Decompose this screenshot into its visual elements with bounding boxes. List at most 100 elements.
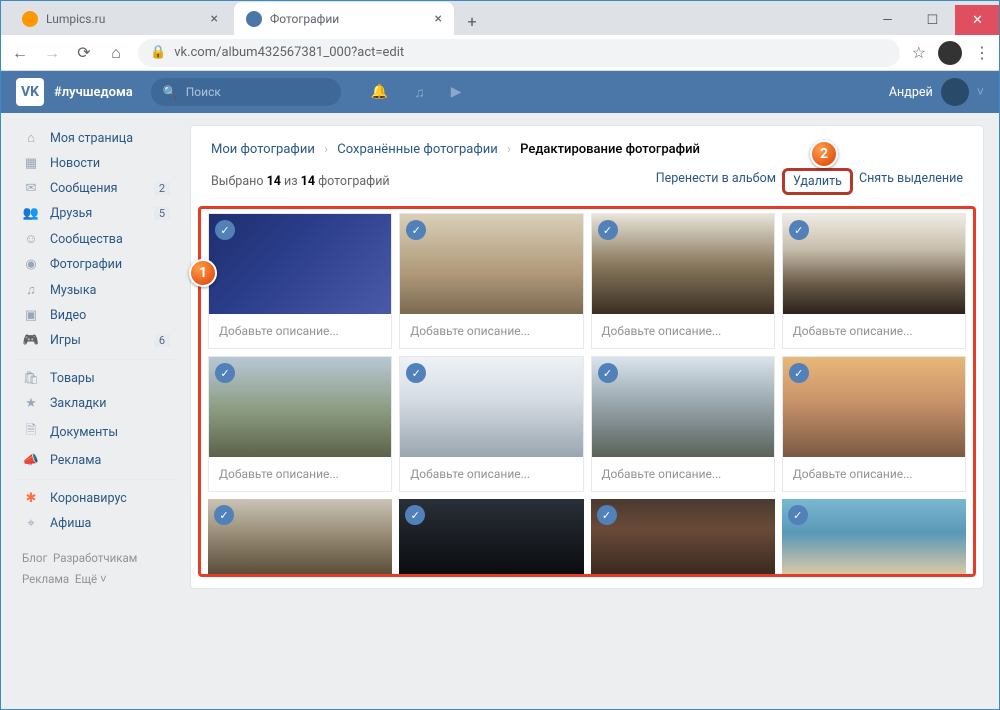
photo-item[interactable]: ✓ Добавьте описание... [782,356,966,492]
user-menu[interactable]: Андрей ˅ [889,78,984,106]
photo-item[interactable]: ✓ [782,499,966,574]
vk-logo[interactable]: VK [16,78,44,106]
sidebar-item-Документы[interactable]: 🗎Документы [16,416,176,448]
sidebar-item-Реклама[interactable]: 📣Реклама [16,448,176,473]
sidebar-item-label: Моя страница [50,131,133,146]
notifications-icon[interactable]: 🔔 [371,84,388,101]
photo-item[interactable]: ✓ Добавьте описание... [208,356,392,492]
sidebar-icon: ♫ [22,282,40,298]
crumb-saved-photos[interactable]: Сохранённые фотографии [337,142,498,157]
sidebar-item-label: Коронавирус [50,491,127,506]
sidebar-item-Друзья[interactable]: 👥Друзья5 [16,201,176,226]
check-icon[interactable]: ✓ [215,363,235,383]
new-tab-button[interactable]: + [458,7,486,35]
browser-tab-lumpics[interactable]: Lumpics.ru × [10,2,230,35]
photo-description-input[interactable]: Добавьте описание... [592,457,774,491]
sidebar-item-Афиша[interactable]: ⌖Афиша [16,511,176,536]
check-icon[interactable]: ✓ [406,363,426,383]
photo-description-input[interactable]: Добавьте описание... [400,457,582,491]
photo-item[interactable]: ✓ Добавьте описание... [208,213,392,349]
sidebar-item-Моя страница[interactable]: ⌂Моя страница [16,125,176,151]
sidebar-item-Коронавирус[interactable]: ✱Коронавирус [16,486,176,511]
sidebar-item-Товары[interactable]: 🛍Товары [16,366,176,391]
back-button[interactable]: ← [10,43,30,63]
video-icon[interactable]: ▶ [451,84,462,101]
address-bar[interactable]: 🔒 vk.com/album432567381_000?act=edit [138,39,900,67]
hashtag[interactable]: #лучшедома [54,85,133,100]
sidebar-item-Музыка[interactable]: ♫ Музыка [16,277,176,303]
content-panel: Мои фотографии › Сохранённые фотографии … [190,125,984,589]
search-icon: 🔍 [163,85,178,99]
sidebar-item-Сообщества[interactable]: ☺ Сообщества [16,226,176,252]
photo-description-input[interactable]: Добавьте описание... [783,314,965,348]
sidebar-item-Фотографии[interactable]: ◉Фотографии [16,252,176,277]
sidebar-icon: 🎮 [22,333,40,348]
home-button[interactable]: ⌂ [106,43,126,63]
window-minimize-button[interactable]: — [865,5,910,35]
check-icon[interactable]: ✓ [789,363,809,383]
sidebar-item-label: Видео [50,308,86,323]
clear-selection-button[interactable]: Снять выделение [859,171,963,192]
check-icon[interactable]: ✓ [788,505,808,525]
window-maximize-button[interactable]: ☐ [910,5,955,35]
sidebar-item-Сообщения[interactable]: ✉Сообщения2 [16,176,176,201]
photo-item[interactable]: ✓ Добавьте описание... [591,213,775,349]
crumb-my-photos[interactable]: Мои фотографии [211,142,315,157]
photo-item[interactable]: ✓ Добавьте описание... [591,356,775,492]
delete-button[interactable]: Удалить [782,168,853,195]
footer-blog[interactable]: Блог [22,551,47,565]
photo-item[interactable]: ✓ [399,499,583,574]
photo-item[interactable]: ✓ [208,499,392,574]
check-icon[interactable]: ✓ [214,505,234,525]
reload-button[interactable]: ⟳ [74,43,94,62]
check-icon[interactable]: ✓ [598,220,618,240]
photo-description-input[interactable]: Добавьте описание... [209,314,391,348]
bookmark-button[interactable]: ☆ [912,43,926,62]
sidebar-icon: ▣ [22,308,40,323]
sidebar-item-Закладки[interactable]: ★Закладки [16,391,176,416]
photo-item[interactable]: ✓ [591,499,775,574]
close-tab-icon[interactable]: × [211,11,218,27]
browser-tab-photos[interactable]: Фотографии × [234,2,454,35]
footer-ads[interactable]: Реклама [22,572,69,586]
sidebar-item-label: Новости [50,156,100,171]
sidebar-icon: ☺ [22,231,40,247]
sidebar-item-Игры[interactable]: 🎮Игры6 [16,328,176,353]
sidebar-item-label: Музыка [50,283,96,298]
sidebar-icon: ★ [22,396,40,411]
sidebar-item-label: Документы [50,425,118,440]
sidebar-item-Новости[interactable]: ▦Новости [16,151,176,176]
search-input[interactable]: 🔍 Поиск [151,78,341,106]
sidebar-badge: 6 [154,334,170,347]
move-to-album-button[interactable]: Перенести в альбом [656,171,776,192]
user-avatar [941,78,969,106]
window-close-button[interactable]: ✕ [955,5,1000,35]
photo-item[interactable]: ✓ Добавьте описание... [399,356,583,492]
sidebar-footer: Блог Разработчикам Реклама Ещё ˅ [16,548,176,589]
check-icon[interactable]: ✓ [789,220,809,240]
close-tab-icon[interactable]: × [435,11,442,27]
browser-menu-button[interactable]: ⋮ [974,43,990,62]
photo-item[interactable]: ✓ Добавьте описание... [782,213,966,349]
sidebar-icon: 👥 [22,206,40,221]
check-icon[interactable]: ✓ [598,363,618,383]
photo-description-input[interactable]: Добавьте описание... [592,314,774,348]
photo-description-input[interactable]: Добавьте описание... [783,457,965,491]
tab-title: Фотографии [270,12,339,26]
photo-description-input[interactable]: Добавьте описание... [400,314,582,348]
profile-avatar[interactable] [938,41,962,65]
check-icon[interactable]: ✓ [405,505,425,525]
music-icon[interactable]: ♫ [414,84,425,101]
check-icon[interactable]: ✓ [406,220,426,240]
footer-more[interactable]: Ещё ˅ [75,572,107,586]
crumb-current: Редактирование фотографий [520,142,700,157]
check-icon[interactable]: ✓ [597,505,617,525]
chevron-down-icon: ˅ [977,85,984,100]
footer-dev[interactable]: Разработчикам [53,551,137,565]
photo-description-input[interactable]: Добавьте описание... [209,457,391,491]
sidebar-item-label: Сообщества [50,232,123,247]
photo-item[interactable]: ✓ Добавьте описание... [399,213,583,349]
check-icon[interactable]: ✓ [215,220,235,240]
sidebar-item-Видео[interactable]: ▣ Видео [16,303,176,328]
sidebar-icon: ✉ [22,181,40,196]
